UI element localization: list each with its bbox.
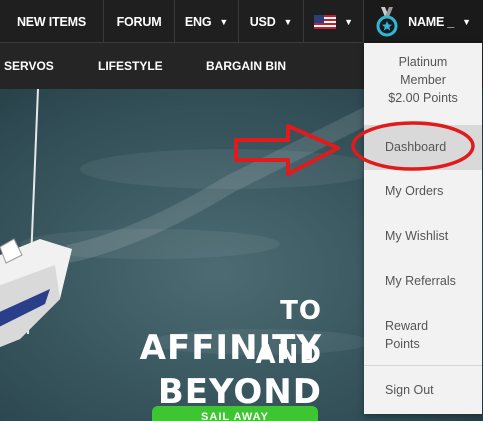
menu-item-sign-out[interactable]: Sign Out [364, 381, 482, 399]
points-balance: $2.00 Points [388, 91, 458, 105]
menu-item-my-orders-label: My Orders [385, 184, 444, 198]
membership-info: Platinum Member $2.00 Points [364, 53, 482, 107]
nav-lifestyle-label: LIFESTYLE [98, 59, 163, 73]
nav-new-items[interactable]: NEW ITEMS [0, 0, 103, 43]
membership-label: Member [400, 73, 446, 87]
menu-item-reward-points-label-1: Reward [385, 319, 429, 333]
menu-item-my-wishlist-label: My Wishlist [385, 229, 449, 243]
user-name: NAME _ [408, 14, 455, 29]
nav-forum-label: FORUM [116, 14, 162, 29]
language-selector[interactable]: ENG ▼ [174, 0, 238, 43]
menu-item-my-referrals[interactable]: My Referrals [364, 272, 482, 290]
currency-value: USD [249, 14, 276, 29]
caret-down-icon: ▼ [283, 16, 293, 27]
nav-servos-label: SERVOS [4, 59, 54, 73]
menu-item-my-orders[interactable]: My Orders [364, 182, 482, 200]
menu-item-my-referrals-label: My Referrals [385, 274, 456, 288]
caret-down-icon: ▼ [219, 16, 229, 27]
menu-item-reward-points[interactable]: Reward Points [364, 317, 482, 353]
currency-selector[interactable]: USD ▼ [238, 0, 303, 43]
user-dropdown-menu: Platinum Member $2.00 Points Dashboard M… [364, 43, 482, 414]
medal-icon [376, 6, 398, 36]
menu-divider [364, 365, 482, 366]
country-selector[interactable]: ▼ [303, 0, 363, 43]
hero-headline-line2: AND BEYOND [157, 340, 322, 412]
menu-item-my-wishlist[interactable]: My Wishlist [364, 227, 482, 245]
nav-bargain-bin-label: BARGAIN BIN [206, 59, 286, 73]
language-value: ENG [184, 14, 212, 29]
sail-away-button[interactable]: SAIL AWAY [152, 406, 318, 421]
menu-item-dashboard-label: Dashboard [385, 140, 447, 154]
user-menu-toggle[interactable]: NAME _ ▼ [363, 0, 483, 43]
nav-servos[interactable]: SERVOS [4, 43, 54, 89]
caret-down-icon: ▼ [344, 16, 353, 27]
nav-bargain-bin[interactable]: BARGAIN BIN [206, 43, 286, 89]
us-flag-icon [314, 14, 337, 29]
nav-lifestyle[interactable]: LIFESTYLE [98, 43, 163, 89]
menu-item-sign-out-label: Sign Out [385, 383, 434, 397]
caret-down-icon: ▼ [462, 16, 471, 27]
membership-tier: Platinum [398, 55, 448, 69]
nav-forum[interactable]: FORUM [103, 0, 174, 43]
nav-new-items-label: NEW ITEMS [16, 14, 87, 29]
menu-item-reward-points-label-2: Points [385, 337, 420, 351]
menu-item-dashboard[interactable]: Dashboard [364, 125, 482, 170]
top-bar: NEW ITEMS FORUM ENG ▼ USD ▼ ▼ NAME _ ▼ [0, 0, 483, 43]
